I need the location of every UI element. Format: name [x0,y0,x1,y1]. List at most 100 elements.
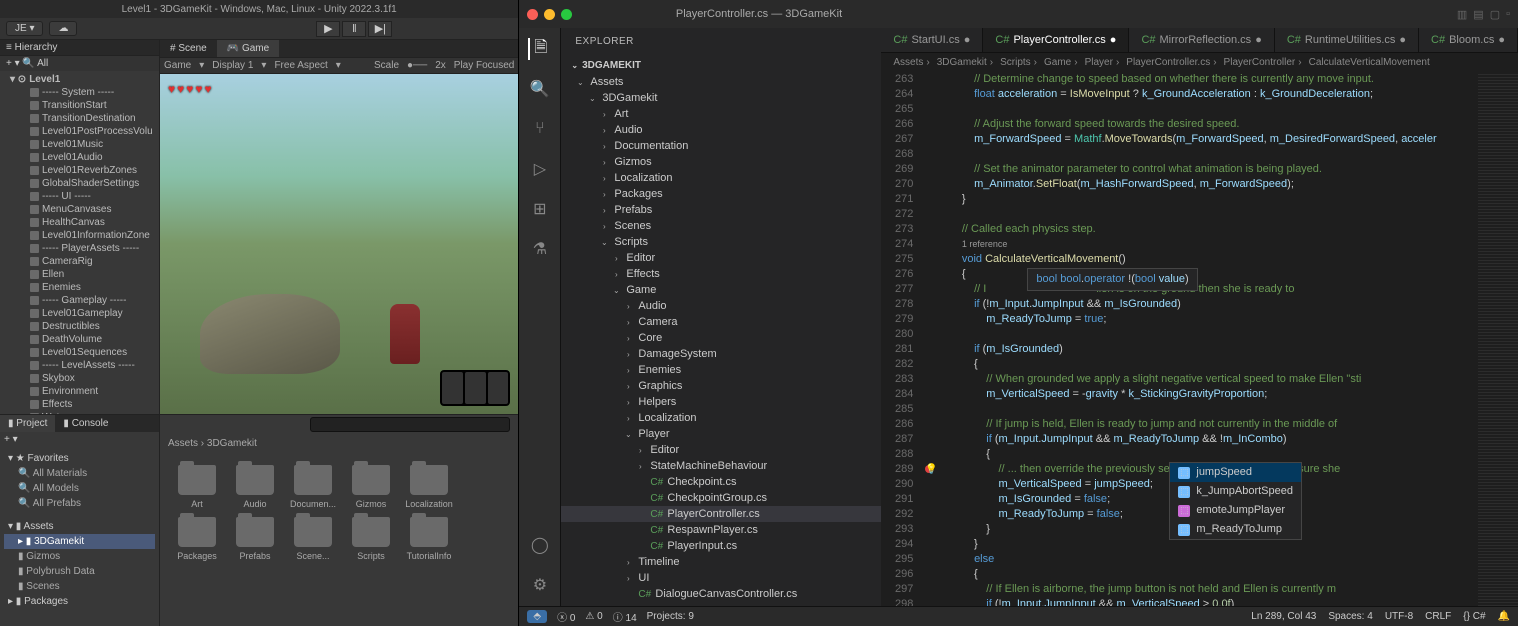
file-item[interactable]: C#RespawnPlayer.cs [561,522,881,538]
folder-item[interactable]: ›Editor [561,442,881,458]
editor-tab[interactable]: C#RuntimeUtilities.cs● [1275,28,1419,52]
autocomplete-popup[interactable]: ⬚jumpSpeed⬚k_JumpAbortSpeed⬚emoteJumpPla… [1169,462,1302,540]
cloud-button[interactable]: ☁ [49,21,77,36]
hierarchy-item[interactable]: GlobalShaderSettings [0,177,159,190]
file-item[interactable]: C#CheckpointGroup.cs [561,490,881,506]
device-preview[interactable] [440,370,510,406]
folder-item[interactable]: ›Camera [561,314,881,330]
asset-folder[interactable]: ▮ Polybrush Data [4,564,155,579]
fav-models[interactable]: 🔍 All Models [4,481,155,496]
asset-folder-icon[interactable]: Gizmos [346,465,396,509]
editor-tab[interactable]: C#MirrorReflection.cs● [1129,28,1274,52]
asset-search[interactable] [310,417,510,432]
folder-item[interactable]: ›Core [561,330,881,346]
maximize-window-icon[interactable] [561,9,572,20]
hierarchy-item[interactable]: Level01Gameplay [0,307,159,320]
source-control-icon[interactable]: ⑂ [529,118,551,140]
hierarchy-item[interactable]: Level01ReverbZones [0,164,159,177]
game-tab[interactable]: 🎮 Game [217,40,279,57]
asset-folder-icon[interactable]: Packages [172,517,222,561]
play-focused[interactable]: Play Focused [454,60,515,71]
play-button[interactable]: ▶ [316,21,340,37]
hierarchy-item[interactable]: TransitionStart [0,99,159,112]
folder-item[interactable]: ›Documentation [561,138,881,154]
folder-item[interactable]: ›Gizmos [561,154,881,170]
asset-folder[interactable]: ▸ ▮ 3DGamekit [4,534,155,549]
editor-tab[interactable]: C#PlayerController.cs● [983,28,1129,52]
folder-item[interactable]: ›DamageSystem [561,346,881,362]
minimize-window-icon[interactable] [544,9,555,20]
hierarchy-item[interactable]: CameraRig [0,255,159,268]
asset-folder-icon[interactable]: TutorialInfo [404,517,454,561]
folder-item[interactable]: ›Art [561,106,881,122]
hierarchy-item[interactable]: DeathVolume [0,333,159,346]
folder-item[interactable]: ›Audio [561,298,881,314]
notifications-icon[interactable]: 🔔 [1498,611,1510,622]
scale-slider[interactable]: ●── [407,60,427,71]
folder-item[interactable]: ›Enemies [561,362,881,378]
hierarchy-item[interactable]: Environment [0,385,159,398]
asset-folder-icon[interactable]: Scripts [346,517,396,561]
folder-item[interactable]: ⌄Scripts [561,234,881,250]
fav-materials[interactable]: 🔍 All Materials [4,466,155,481]
eol[interactable]: CRLF [1425,611,1451,622]
hierarchy-item[interactable]: ----- Gameplay ----- [0,294,159,307]
lightbulb-icon[interactable]: 💡 [925,462,937,477]
folder-item[interactable]: ›UI [561,570,881,586]
autocomplete-item[interactable]: ⬚k_JumpAbortSpeed [1170,482,1301,501]
hierarchy-search-all[interactable]: + ▾ 🔍 All [0,56,159,71]
file-item[interactable]: C#PlayerInput.cs [561,538,881,554]
language-mode[interactable]: {} C# [1463,611,1485,622]
errors-count[interactable]: ⓧ 0 [557,609,575,624]
hierarchy-item[interactable]: MenuCanvases [0,203,159,216]
hierarchy-item[interactable]: ----- PlayerAssets ----- [0,242,159,255]
hierarchy-item[interactable]: Level01Sequences [0,346,159,359]
scene-root[interactable]: ▾ ⊙ Level1 [0,73,159,86]
asset-folder-icon[interactable]: Scene... [288,517,338,561]
asset-folder-icon[interactable]: Localization [404,465,454,509]
more-icon[interactable]: ▫ [1506,8,1510,21]
hierarchy-item[interactable]: Enemies [0,281,159,294]
hierarchy-item[interactable]: ----- System ----- [0,86,159,99]
workspace-root[interactable]: ⌄3DGAMEKIT [561,57,881,74]
projects-count[interactable]: Projects: 9 [647,611,694,622]
folder-item[interactable]: ⌄Game [561,282,881,298]
folder-item[interactable]: ›Localization [561,170,881,186]
folder-item[interactable]: ›Scenes [561,218,881,234]
account-dropdown[interactable]: JE ▾ [6,21,43,36]
asset-folder[interactable]: ▮ Scenes [4,579,155,594]
editor-breadcrumb[interactable]: Assets3DGamekitScriptsGamePlayerPlayerCo… [881,53,1518,72]
hierarchy-item[interactable]: HealthCanvas [0,216,159,229]
hierarchy-tab[interactable]: ≡ Hierarchy [0,40,159,56]
folder-item[interactable]: ›Graphics [561,378,881,394]
asset-folder-icon[interactable]: Prefabs [230,517,280,561]
file-item[interactable]: C#PlayerController.cs [561,506,881,522]
layout-full-icon[interactable]: ▢ [1490,8,1500,21]
warnings-count[interactable]: ⚠ 0 [585,611,602,622]
file-item[interactable]: C#Checkpoint.cs [561,474,881,490]
code-content[interactable]: // Determine change to speed based on wh… [937,72,1478,606]
display-dropdown[interactable]: Display 1 [212,60,253,71]
search-icon[interactable]: 🔍 [529,78,551,100]
fav-prefabs[interactable]: 🔍 All Prefabs [4,496,155,511]
settings-icon[interactable]: ⚙ [529,574,551,596]
explorer-icon[interactable]: 🗎 [528,38,550,60]
step-button[interactable]: ▶| [368,21,392,37]
console-tab[interactable]: ▮ Console [55,415,116,432]
autocomplete-item[interactable]: ⬚emoteJumpPlayer [1170,501,1301,520]
asset-folder-icon[interactable]: Documen... [288,465,338,509]
gutter[interactable]: 💡 [923,72,937,606]
hierarchy-item[interactable]: Skybox [0,372,159,385]
hierarchy-item[interactable]: ----- UI ----- [0,190,159,203]
scene-tab[interactable]: # Scene [160,40,217,57]
hierarchy-item[interactable]: ----- LevelAssets ----- [0,359,159,372]
editor-tab[interactable]: C#Bloom.cs● [1419,28,1518,52]
hierarchy-item[interactable]: Level01Music [0,138,159,151]
folder-item[interactable]: ⌄Assets [561,74,881,90]
aspect-dropdown[interactable]: Free Aspect [274,60,327,71]
folder-item[interactable]: ›Timeline [561,554,881,570]
testing-icon[interactable]: ⚗ [529,238,551,260]
file-item[interactable]: C#DialogueCanvasController.cs [561,586,881,602]
editor-tab[interactable]: C#StartUI.cs● [881,28,983,52]
close-window-icon[interactable] [527,9,538,20]
